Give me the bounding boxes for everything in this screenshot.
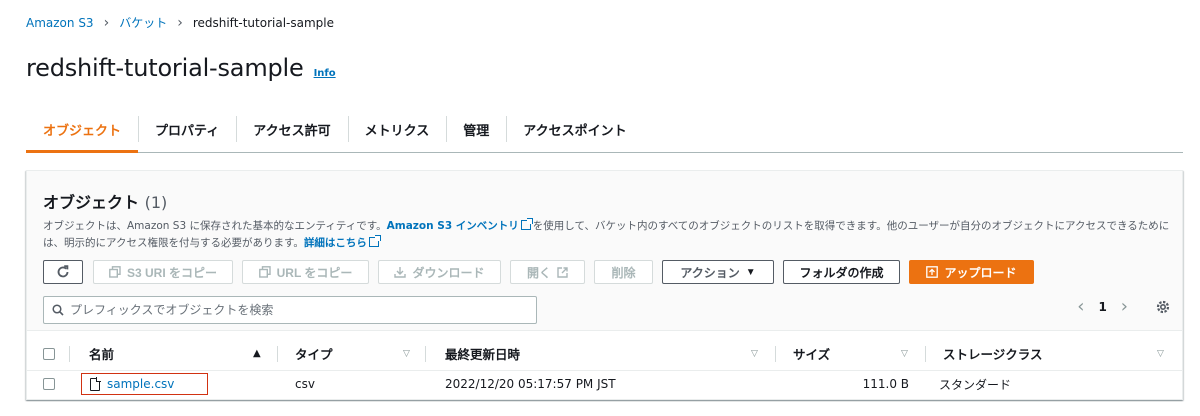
object-count: (1) bbox=[144, 193, 168, 212]
panel-description: オブジェクトは、Amazon S3 に保存された基本的なエンティティです。Ama… bbox=[43, 218, 1173, 252]
upload-button[interactable]: アップロード bbox=[909, 260, 1034, 284]
panel-title: オブジェクト (1) bbox=[43, 189, 167, 213]
search-box bbox=[43, 296, 537, 324]
chevron-right-icon: › bbox=[177, 14, 183, 31]
tab-label: プロパティ bbox=[155, 123, 220, 139]
inventory-link[interactable]: Amazon S3 インベントリ bbox=[386, 218, 533, 232]
tab-metrics[interactable]: メトリクス bbox=[347, 106, 447, 152]
external-link-icon bbox=[368, 235, 381, 247]
tab-objects[interactable]: オブジェクト bbox=[26, 106, 139, 153]
button-label: URL をコピー bbox=[276, 265, 353, 280]
column-header-storage-class[interactable]: ストレージクラス bbox=[943, 337, 1043, 370]
button-label: ダウンロード bbox=[412, 265, 485, 280]
refresh-icon bbox=[57, 265, 69, 278]
refresh-button[interactable] bbox=[43, 260, 83, 284]
tab-management[interactable]: 管理 bbox=[446, 106, 506, 152]
next-page-icon[interactable]: › bbox=[1121, 298, 1128, 316]
learn-more-link[interactable]: 詳細はこちら bbox=[303, 235, 381, 249]
sort-icon[interactable]: ▽ bbox=[403, 337, 410, 370]
delete-button[interactable]: 削除 bbox=[594, 260, 653, 284]
tab-label: メトリクス bbox=[364, 123, 430, 139]
objects-table: 名前 ▲ タイプ ▽ 最終更新日時 ▽ サイズ ▽ ストレージクラス ▽ sam… bbox=[27, 337, 1182, 397]
object-name-link[interactable]: sample.csv bbox=[107, 377, 174, 391]
search-icon bbox=[52, 304, 64, 316]
page-title: redshift-tutorial-sample bbox=[26, 54, 304, 82]
pagination: ‹ 1 › bbox=[1077, 298, 1170, 316]
panel-header: オブジェクト (1) オブジェクトは、Amazon S3 に保存された基本的なエ… bbox=[27, 171, 1182, 331]
tab-label: アクセス許可 bbox=[253, 123, 331, 139]
gear-icon[interactable] bbox=[1156, 300, 1170, 314]
object-size: 111.0 B bbox=[862, 377, 909, 391]
button-label: 削除 bbox=[611, 265, 636, 280]
select-all-checkbox[interactable] bbox=[43, 337, 55, 370]
button-label: 開く bbox=[526, 265, 551, 280]
copy-s3-uri-button[interactable]: S3 URI をコピー bbox=[93, 260, 233, 284]
learn-more-link-text: 詳細はこちら bbox=[303, 237, 367, 249]
download-icon bbox=[394, 267, 407, 278]
tab-label: 管理 bbox=[463, 123, 490, 139]
tab-permissions[interactable]: アクセス許可 bbox=[236, 106, 347, 152]
file-icon bbox=[90, 376, 101, 391]
table-row[interactable]: sample.csv csv 2022/12/20 05:17:57 PM JS… bbox=[27, 371, 1182, 397]
panel-title-text: オブジェクト bbox=[43, 193, 140, 212]
inventory-link-text: Amazon S3 インベントリ bbox=[386, 220, 519, 232]
column-header-name[interactable]: 名前 bbox=[89, 337, 114, 370]
column-header-size[interactable]: サイズ bbox=[793, 337, 830, 370]
breadcrumb: Amazon S3 › バケット › redshift-tutorial-sam… bbox=[26, 14, 334, 31]
column-header-type[interactable]: タイプ bbox=[295, 337, 333, 370]
chevron-right-icon: › bbox=[103, 14, 110, 31]
tab-bar: オブジェクト プロパティ アクセス許可 メトリクス 管理 アクセスポイント bbox=[26, 106, 1183, 153]
table-header: 名前 ▲ タイプ ▽ 最終更新日時 ▽ サイズ ▽ ストレージクラス ▽ bbox=[27, 337, 1182, 371]
copy-icon bbox=[258, 266, 271, 278]
tab-label: アクセスポイント bbox=[523, 123, 627, 139]
column-header-last-modified[interactable]: 最終更新日時 bbox=[445, 337, 520, 370]
copy-icon bbox=[109, 266, 121, 278]
page-header: redshift-tutorial-sample Info bbox=[26, 54, 336, 82]
tab-properties[interactable]: プロパティ bbox=[138, 106, 236, 152]
object-last-modified: 2022/12/20 05:17:57 PM JST bbox=[445, 377, 616, 391]
external-link-icon bbox=[557, 266, 568, 278]
sort-icon[interactable]: ▽ bbox=[751, 337, 758, 370]
search-input[interactable] bbox=[70, 303, 510, 317]
download-button[interactable]: ダウンロード bbox=[378, 260, 501, 284]
tab-label: オブジェクト bbox=[43, 123, 122, 139]
info-link[interactable]: Info bbox=[314, 68, 336, 79]
actions-dropdown[interactable]: アクション ▼ bbox=[662, 260, 774, 284]
breadcrumb-buckets[interactable]: バケット bbox=[119, 14, 167, 31]
button-label: S3 URI をコピー bbox=[126, 265, 217, 280]
external-link-icon bbox=[520, 218, 533, 230]
sort-ascending-icon[interactable]: ▲ bbox=[253, 337, 261, 370]
button-label: アクション bbox=[680, 265, 740, 280]
upload-icon bbox=[926, 266, 939, 278]
sort-icon[interactable]: ▽ bbox=[1157, 337, 1164, 370]
button-label: アップロード bbox=[944, 265, 1017, 280]
current-page[interactable]: 1 bbox=[1098, 300, 1106, 314]
create-folder-button[interactable]: フォルダの作成 bbox=[783, 260, 900, 284]
tab-access-points[interactable]: アクセスポイント bbox=[506, 106, 643, 152]
desc-text-1: オブジェクトは、Amazon S3 に保存された基本的なエンティティです。 bbox=[43, 220, 387, 232]
breadcrumb-amazon-s3[interactable]: Amazon S3 bbox=[26, 16, 94, 30]
breadcrumb-current: redshift-tutorial-sample bbox=[192, 15, 334, 30]
object-type: csv bbox=[295, 377, 315, 391]
object-storage-class: スタンダード bbox=[939, 377, 1012, 392]
previous-page-icon[interactable]: ‹ bbox=[1077, 298, 1084, 316]
object-name-cell: sample.csv bbox=[81, 373, 208, 395]
objects-panel: オブジェクト (1) オブジェクトは、Amazon S3 に保存された基本的なエ… bbox=[26, 170, 1183, 400]
button-label: フォルダの作成 bbox=[799, 265, 884, 280]
caret-down-icon: ▼ bbox=[745, 266, 756, 278]
copy-url-button[interactable]: URL をコピー bbox=[242, 260, 369, 284]
row-checkbox[interactable] bbox=[43, 371, 55, 397]
open-button[interactable]: 開く bbox=[510, 260, 585, 284]
sort-icon[interactable]: ▽ bbox=[901, 337, 908, 370]
